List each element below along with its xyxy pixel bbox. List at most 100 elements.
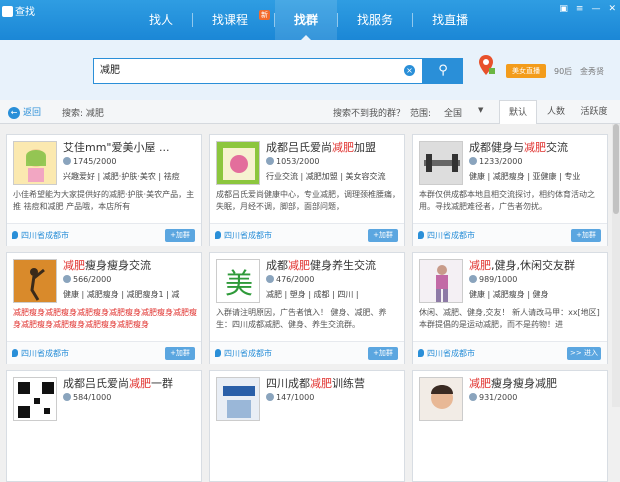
enter-group-button[interactable]: >> 进入 xyxy=(567,347,601,360)
search-input[interactable]: 减肥 xyxy=(93,58,423,84)
group-description: 小佳希望能为大家提供好的减肥·护肤·美农产品，主推 祛痘和减肥 产品哦，本店所有 xyxy=(13,190,195,211)
join-group-button[interactable]: +加群 xyxy=(571,229,601,242)
group-tags: 行业交流 | 减肥加盟 | 美女容交流 xyxy=(266,172,386,181)
members-icon xyxy=(63,157,71,165)
group-card[interactable]: 美 成都减肥健身养生交流 476/2000 减肥 | 塑身 | 成都 | 四川 … xyxy=(209,252,405,364)
chevron-down-icon[interactable]: ▼ xyxy=(478,106,483,114)
hot-tag[interactable]: 90后 xyxy=(554,66,572,77)
group-card[interactable]: 减肥瘦身瘦身减肥 931/2000 xyxy=(412,370,608,482)
group-title[interactable]: 成都减肥健身养生交流 xyxy=(266,257,402,273)
members-icon xyxy=(266,275,274,283)
top-bar: 查找 找人 找课程新 找群 找服务 找直播 ▣ ≡ — ✕ xyxy=(0,0,620,40)
join-group-button[interactable]: +加群 xyxy=(368,229,398,242)
group-title[interactable]: 艾佳mm"爱美小屋 ... xyxy=(63,139,199,155)
group-title[interactable]: 四川成都减肥训练营 xyxy=(266,375,402,391)
group-card[interactable]: 减肥,健身,休闲交友群 989/1000 健康 | 减肥瘦身 | 健身 休闲、减… xyxy=(412,252,608,364)
menu-icon[interactable]: ≡ xyxy=(576,4,584,14)
main-nav: 找人 找课程新 找群 找服务 找直播 xyxy=(130,0,487,40)
group-city: 四川省成都市 xyxy=(418,230,475,241)
card-footer: 四川省成都市 +加群 xyxy=(7,341,201,364)
group-description: 本群仅供成都本地且相交流探讨，相约体育活动之用。寻找减肥难径者，广告者勿扰。 xyxy=(419,190,595,211)
hot-tag[interactable]: 金秀贤 xyxy=(580,66,604,77)
search-button[interactable]: ⚲ xyxy=(423,58,463,84)
group-title[interactable]: 减肥瘦身瘦身交流 xyxy=(63,257,199,273)
tab-members[interactable]: 人数 xyxy=(537,100,575,124)
group-avatar xyxy=(13,377,57,421)
filter-bar: ← 返回 搜索: 减肥 搜索不到我的群？ 范围: 全国 ▼ 默认 人数 活跃度 xyxy=(0,100,620,124)
svg-text:美: 美 xyxy=(225,267,253,300)
search-area: 减肥 × ⚲ 美女直播 90后 金秀贤 xyxy=(0,40,620,100)
group-card[interactable]: 四川成都减肥训练营 147/1000 xyxy=(209,370,405,482)
back-button[interactable]: ← 返回 xyxy=(8,105,41,119)
close-icon[interactable]: ✕ xyxy=(608,4,616,14)
group-description: 休闲、减肥、健身,交友！ 新人请改马甲：xx[地区] 本群提倡的是运动减肥，而不… xyxy=(419,308,600,329)
nav-find-live[interactable]: 找直播 xyxy=(413,0,487,40)
group-card[interactable]: 成都吕氏爱尚减肥加盟 1053/2000 行业交流 | 减肥加盟 | 美女容交流… xyxy=(209,134,405,246)
group-description: 减肥瘦身减肥瘦身减肥瘦身减肥瘦身减肥瘦身减肥瘦身减肥瘦身减肥瘦身减肥瘦身减肥瘦身 xyxy=(13,308,197,329)
card-footer: 四川省成都市 +加群 xyxy=(7,223,201,246)
back-arrow-icon: ← xyxy=(8,107,20,119)
group-city: 四川省成都市 xyxy=(215,348,272,359)
members-icon xyxy=(469,275,477,283)
group-avatar xyxy=(216,377,260,421)
not-found-hint[interactable]: 搜索不到我的群？ xyxy=(333,106,405,119)
group-card[interactable]: 成都吕氏爱尚减肥一群 584/1000 xyxy=(6,370,202,482)
members-icon xyxy=(266,393,274,401)
group-city: 四川省成都市 xyxy=(418,348,475,359)
member-count: 476/2000 xyxy=(266,275,314,284)
group-tags: 健康 | 减肥瘦身 | 亚健康 | 专业 xyxy=(469,172,581,181)
join-group-button[interactable]: +加群 xyxy=(165,229,195,242)
group-tags: 健康 | 减肥瘦身 | 减肥瘦身1 | 减 xyxy=(63,290,180,299)
app-logo-icon xyxy=(2,6,13,17)
member-count: 584/1000 xyxy=(63,393,111,402)
group-city: 四川省成都市 xyxy=(215,230,272,241)
results-scrollbar[interactable] xyxy=(612,124,620,407)
window-controls: ▣ ≡ — ✕ xyxy=(559,4,616,14)
tab-activity[interactable]: 活跃度 xyxy=(575,100,613,124)
clear-icon[interactable]: × xyxy=(404,65,415,76)
app-title: 查找 xyxy=(2,3,35,18)
member-count: 931/2000 xyxy=(469,393,517,402)
nav-find-people[interactable]: 找人 xyxy=(130,0,192,40)
search-summary: 搜索: 减肥 xyxy=(62,109,104,119)
group-title[interactable]: 成都吕氏爱尚减肥加盟 xyxy=(266,139,402,155)
group-card[interactable]: 减肥瘦身瘦身交流 566/2000 健康 | 减肥瘦身 | 减肥瘦身1 | 减 … xyxy=(6,252,202,364)
location-pin-icon xyxy=(418,349,424,357)
group-card[interactable]: 艾佳mm"爱美小屋 ... 1745/2000 兴趣爱好 | 减肥·护肤·美农 … xyxy=(6,134,202,246)
group-avatar xyxy=(216,141,260,185)
location-icon[interactable] xyxy=(477,54,495,76)
group-title[interactable]: 减肥瘦身瘦身减肥 xyxy=(469,375,605,391)
members-icon xyxy=(469,157,477,165)
members-icon xyxy=(63,393,71,401)
live-button[interactable]: 美女直播 xyxy=(506,64,546,78)
member-count: 1745/2000 xyxy=(63,157,116,166)
location-pin-icon xyxy=(215,231,221,239)
card-footer: 四川省成都市 +加群 xyxy=(413,223,607,246)
scrollbar-thumb[interactable] xyxy=(613,124,619,214)
minimize-icon[interactable]: — xyxy=(591,4,600,14)
group-title[interactable]: 减肥,健身,休闲交友群 xyxy=(469,257,605,273)
group-card[interactable]: 成都健身与减肥交流 1233/2000 健康 | 减肥瘦身 | 亚健康 | 专业… xyxy=(412,134,608,246)
card-footer: 四川省成都市 +加群 xyxy=(210,341,404,364)
member-count: 147/1000 xyxy=(266,393,314,402)
group-tags: 健康 | 减肥瘦身 | 健身 xyxy=(469,290,549,299)
range-select[interactable]: 全国 xyxy=(444,106,462,119)
members-icon xyxy=(266,157,274,165)
group-title[interactable]: 成都吕氏爱尚减肥一群 xyxy=(63,375,199,391)
join-group-button[interactable]: +加群 xyxy=(368,347,398,360)
pin-window-icon[interactable]: ▣ xyxy=(559,4,568,14)
member-count: 989/1000 xyxy=(469,275,517,284)
nav-find-course[interactable]: 找课程新 xyxy=(193,0,274,40)
nav-find-service[interactable]: 找服务 xyxy=(338,0,412,40)
join-group-button[interactable]: +加群 xyxy=(165,347,195,360)
sort-tabs: 默认 人数 活跃度 xyxy=(499,100,613,124)
member-count: 566/2000 xyxy=(63,275,111,284)
location-pin-icon xyxy=(215,349,221,357)
member-count: 1233/2000 xyxy=(469,157,522,166)
group-title[interactable]: 成都健身与减肥交流 xyxy=(469,139,605,155)
card-footer: 四川省成都市 +加群 xyxy=(210,223,404,246)
nav-find-group[interactable]: 找群 xyxy=(275,0,338,40)
group-avatar: 美 xyxy=(216,259,260,303)
members-icon xyxy=(63,275,71,283)
tab-default[interactable]: 默认 xyxy=(499,100,537,124)
